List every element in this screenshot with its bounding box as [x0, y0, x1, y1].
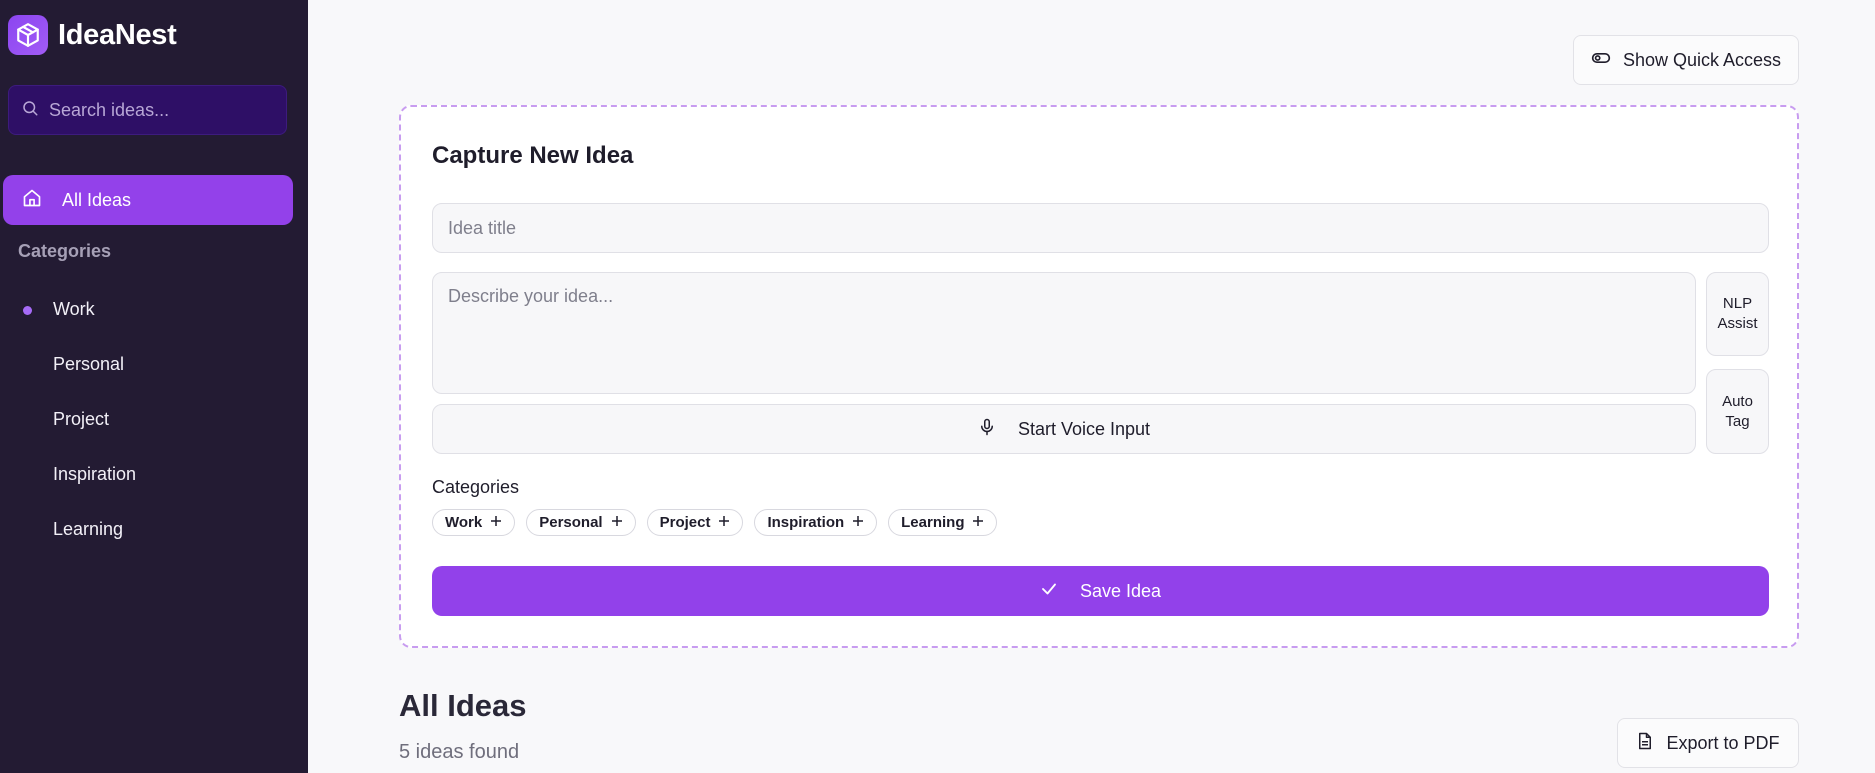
plus-icon	[972, 514, 984, 531]
microphone-icon	[978, 417, 996, 442]
categories-heading: Categories	[18, 241, 112, 261]
start-voice-input-button[interactable]: Start Voice Input	[432, 404, 1696, 454]
sidebar: IdeaNest All Ideas Categories Work	[0, 0, 308, 773]
chip-project[interactable]: Project	[646, 509, 744, 536]
app-root: IdeaNest All Ideas Categories Work	[0, 0, 1875, 773]
idea-description-input[interactable]	[432, 272, 1696, 394]
sidebar-item-work[interactable]: Work	[0, 282, 308, 337]
capture-idea-card: Capture New Idea NLP Assist Auto Tag Sta…	[399, 105, 1799, 648]
sidebar-item-label: Project	[53, 409, 110, 429]
nav-all-ideas-label: All Ideas	[62, 189, 132, 210]
chip-personal[interactable]: Personal	[526, 509, 636, 536]
cube-logo-icon	[8, 15, 48, 55]
home-icon	[22, 188, 42, 213]
search-icon	[21, 99, 39, 122]
sidebar-item-label: Inspiration	[53, 464, 137, 484]
sidebar-item-personal[interactable]: Personal	[0, 337, 308, 392]
plus-icon	[490, 514, 502, 531]
chip-learning[interactable]: Learning	[888, 509, 998, 536]
sidebar-item-inspiration[interactable]: Inspiration	[0, 447, 308, 502]
main-content: Show Quick Access Capture New Idea NLP A…	[308, 0, 1875, 773]
search-box	[8, 85, 287, 135]
auto-tag-button[interactable]: Auto Tag	[1706, 369, 1769, 454]
start-voice-input-label: Start Voice Input	[1017, 418, 1151, 439]
active-dot-icon	[23, 305, 32, 315]
export-pdf-label: Export to PDF	[1666, 732, 1780, 753]
show-quick-access-label: Show Quick Access	[1622, 49, 1782, 70]
brand[interactable]: IdeaNest	[8, 15, 177, 55]
nlp-assist-label: NLP Assist	[1717, 295, 1758, 332]
save-idea-label: Save Idea	[1079, 580, 1162, 601]
export-pdf-button[interactable]: Export to PDF	[1617, 718, 1799, 768]
plus-icon	[852, 514, 864, 531]
show-quick-access-button[interactable]: Show Quick Access	[1573, 35, 1799, 85]
chip-label: Work	[445, 514, 483, 531]
ideas-count: 5 ideas found	[399, 741, 520, 763]
categories-label: Categories	[432, 477, 520, 497]
chip-label: Learning	[901, 514, 965, 531]
nlp-assist-button[interactable]: NLP Assist	[1706, 272, 1769, 356]
toggle-icon	[1591, 48, 1611, 73]
auto-tag-label: Auto Tag	[1722, 392, 1753, 430]
app-name: IdeaNest	[58, 18, 177, 51]
document-icon	[1636, 731, 1654, 756]
chip-work[interactable]: Work	[432, 509, 516, 536]
sidebar-item-project[interactable]: Project	[0, 392, 308, 447]
capture-title: Capture New Idea	[432, 142, 634, 169]
sidebar-item-learning[interactable]: Learning	[0, 502, 308, 557]
category-chips: Work Personal Project Inspiration Learni…	[432, 509, 998, 536]
plus-icon	[611, 514, 623, 531]
chip-label: Inspiration	[767, 514, 845, 531]
category-list: Work Personal Project Inspiration Learni…	[0, 282, 308, 557]
sidebar-item-label: Learning	[53, 519, 124, 539]
idea-title-input[interactable]	[432, 203, 1769, 253]
all-ideas-title: All Ideas	[399, 688, 527, 723]
save-idea-button[interactable]: Save Idea	[432, 566, 1769, 616]
sidebar-item-label: Work	[53, 299, 95, 319]
sidebar-item-label: Personal	[53, 354, 125, 374]
plus-icon	[718, 514, 730, 531]
search-input[interactable]	[49, 99, 269, 121]
chip-label: Personal	[539, 514, 603, 531]
check-icon	[1040, 580, 1058, 603]
nav-all-ideas[interactable]: All Ideas	[3, 175, 293, 225]
chip-inspiration[interactable]: Inspiration	[754, 509, 878, 536]
chip-label: Project	[659, 514, 711, 531]
